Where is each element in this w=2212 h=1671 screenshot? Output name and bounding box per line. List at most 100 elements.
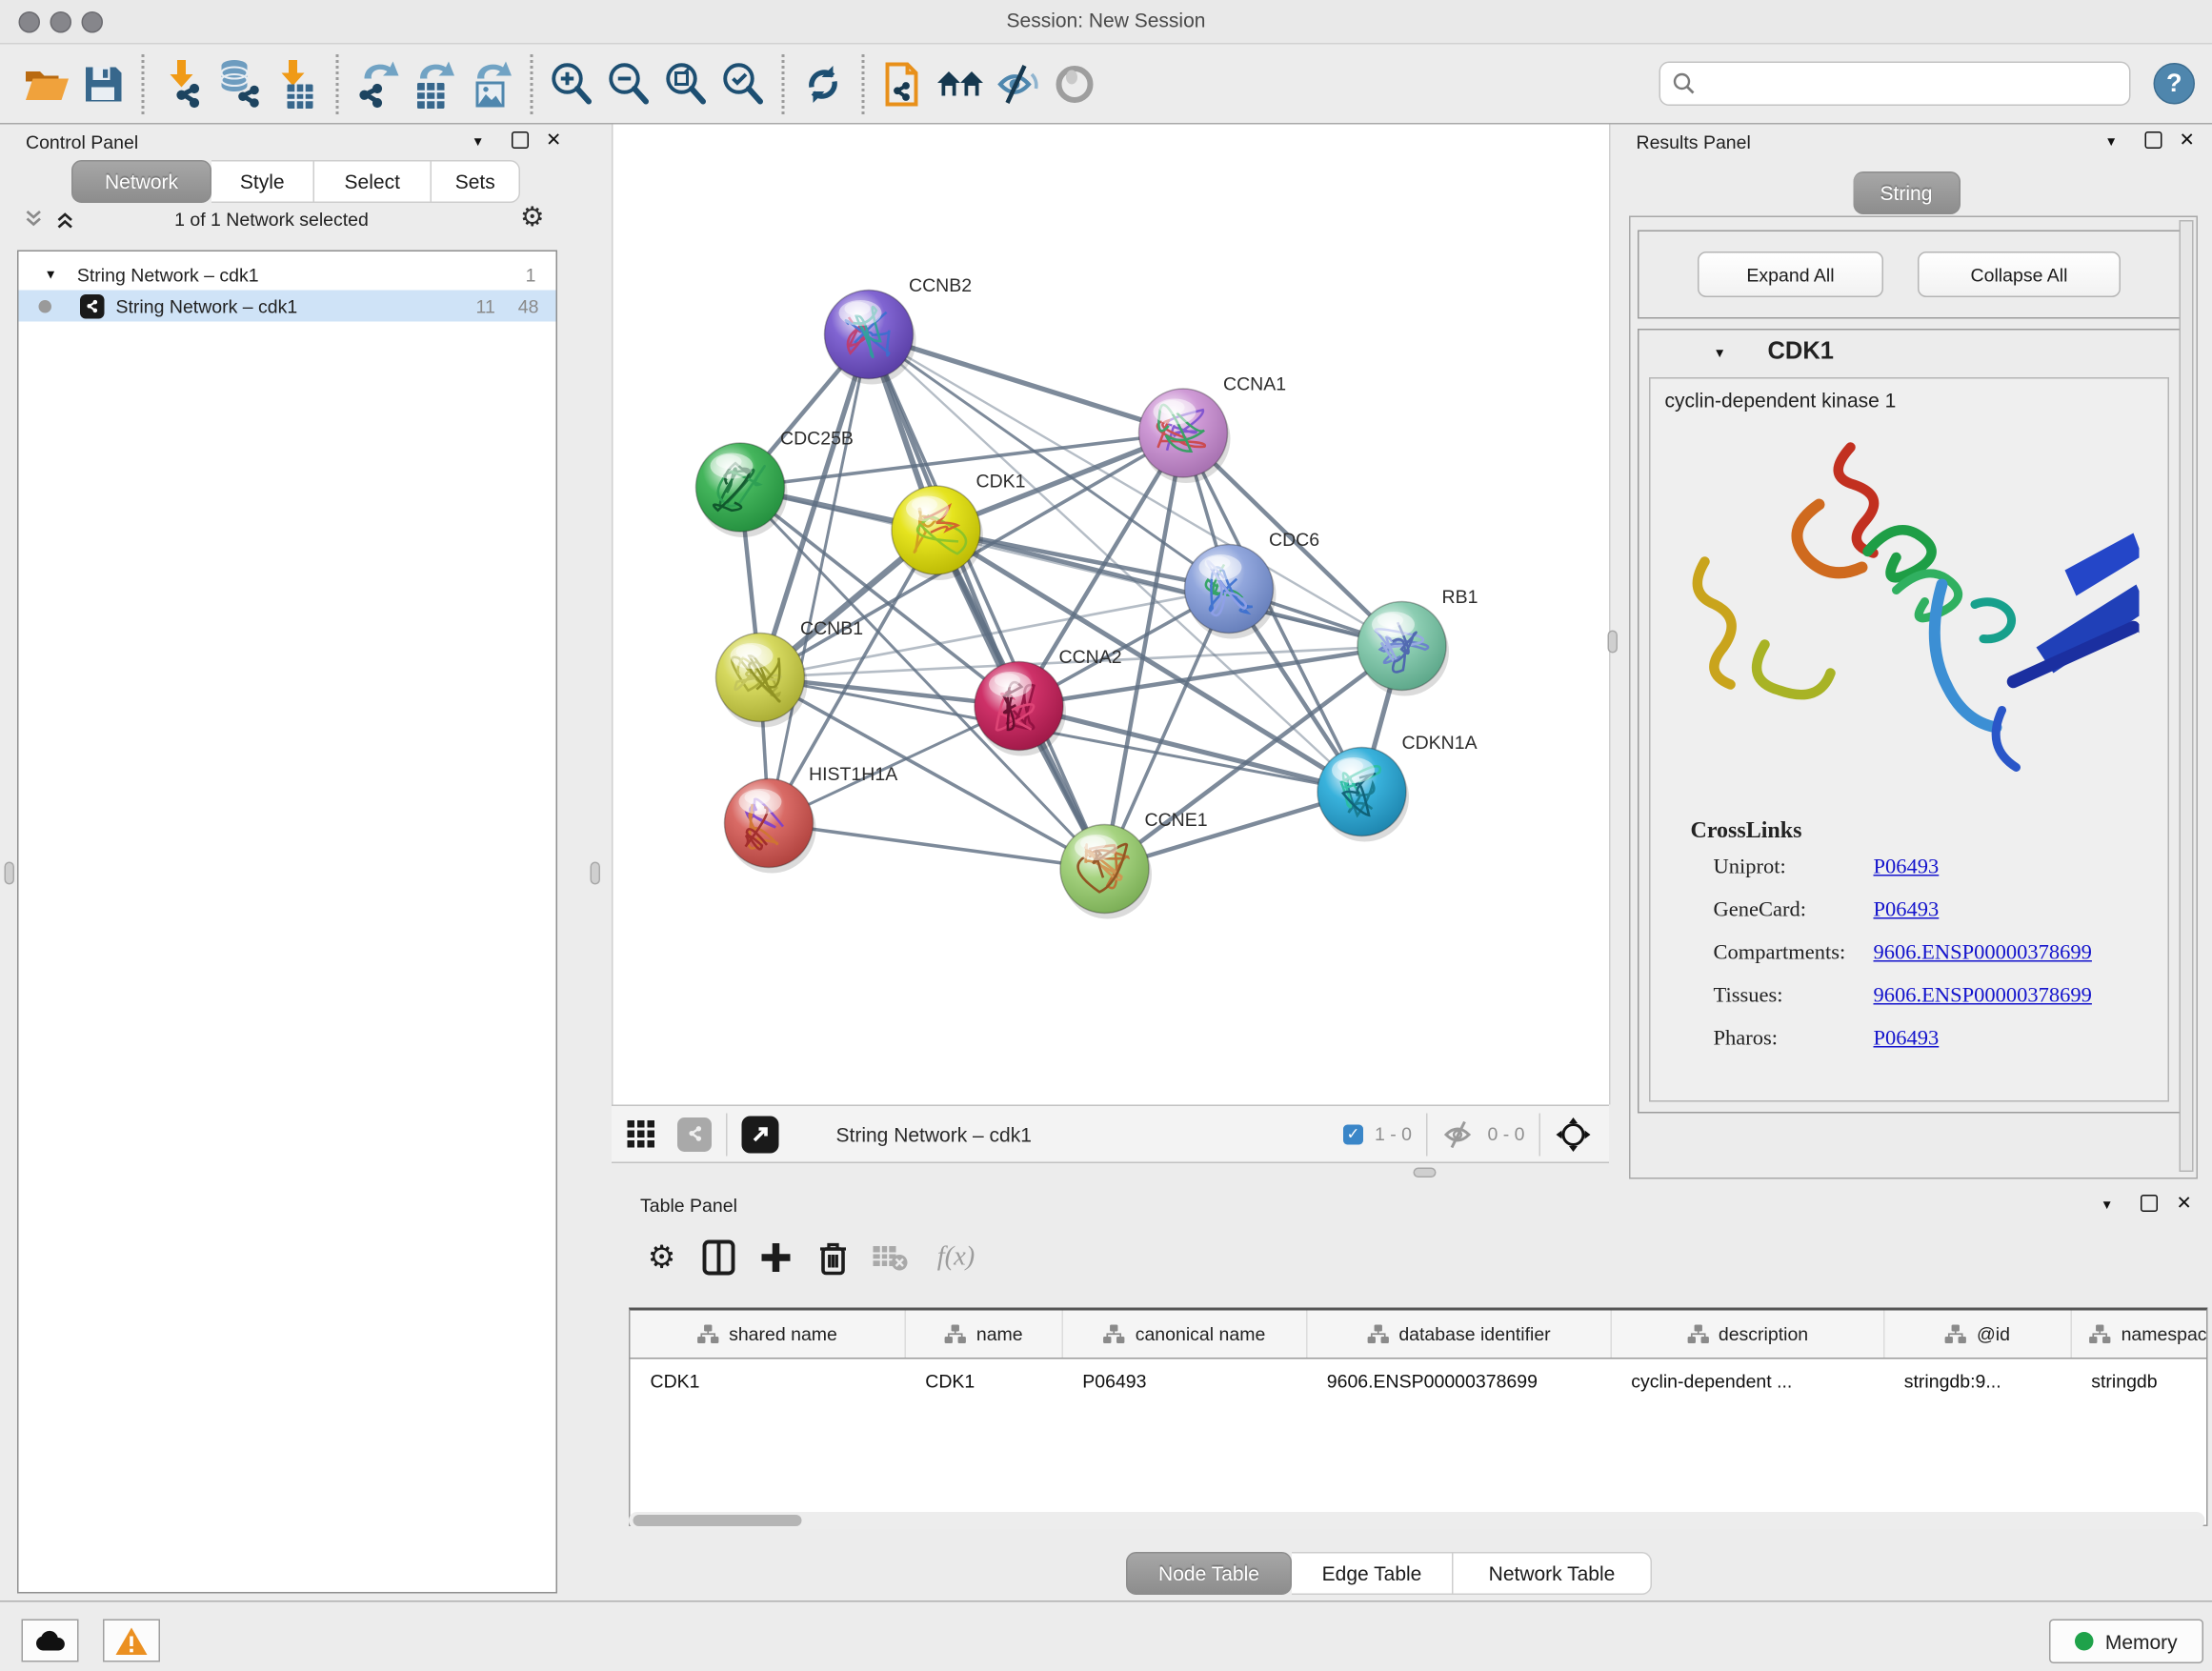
- network-from-document-button[interactable]: [875, 52, 932, 115]
- tab-network-table[interactable]: Network Table: [1454, 1552, 1653, 1595]
- float-panel-icon[interactable]: [2141, 1195, 2158, 1212]
- table-cell[interactable]: stringdb: [2071, 1359, 2207, 1403]
- column-header-description[interactable]: description: [1611, 1311, 1884, 1359]
- show-graphics-details-button[interactable]: [1046, 52, 1103, 115]
- warnings-button[interactable]: [103, 1620, 160, 1662]
- scrollbar-thumb[interactable]: [633, 1515, 802, 1526]
- tab-style[interactable]: Style: [211, 160, 314, 203]
- close-panel-icon[interactable]: ✕: [2180, 131, 2195, 150]
- table-cell[interactable]: P06493: [1062, 1359, 1307, 1403]
- tab-node-table[interactable]: Node Table: [1126, 1552, 1292, 1595]
- memory-status-dot-icon: [2075, 1632, 2094, 1651]
- collapse-panel-icon[interactable]: ▼: [472, 136, 484, 150]
- crosslink-compartments-link[interactable]: 9606.ENSP00000378699: [1874, 942, 2092, 965]
- tab-string[interactable]: String: [1854, 171, 1961, 214]
- table-cell[interactable]: CDK1: [905, 1359, 1062, 1403]
- close-panel-icon[interactable]: ✕: [2177, 1194, 2192, 1213]
- network-options-gear-icon[interactable]: ⚙: [520, 202, 545, 233]
- node-CCNB2[interactable]: CCNB2: [825, 275, 973, 385]
- tab-select[interactable]: Select: [314, 160, 432, 203]
- column-header-canonical-name[interactable]: canonical name: [1062, 1311, 1307, 1359]
- import-table-file-button[interactable]: [269, 52, 326, 115]
- node-table[interactable]: shared namenamecanonical namedatabase id…: [631, 1311, 2208, 1487]
- zoom-in-icon: [549, 59, 594, 108]
- node-CDK1[interactable]: CDK1: [892, 472, 1026, 580]
- network-view-title: String Network – cdk1: [836, 1122, 1032, 1145]
- pane-drag-handle[interactable]: [1414, 1168, 1437, 1178]
- help-button[interactable]: ?: [2154, 63, 2196, 105]
- node-label-CDKN1A: CDKN1A: [1402, 733, 1478, 754]
- tree-expand-icon[interactable]: ▼: [45, 268, 57, 281]
- float-panel-icon[interactable]: [512, 131, 529, 149]
- zoom-out-button[interactable]: [600, 52, 657, 115]
- node-RB1[interactable]: RB1: [1357, 587, 1478, 696]
- string-results-pane: Expand All Collapse All ▼ CDK1 cyclin-de…: [1629, 216, 2198, 1179]
- table-cell[interactable]: stringdb:9...: [1884, 1359, 2072, 1403]
- table-header-row[interactable]: shared namenamecanonical namedatabase id…: [631, 1311, 2208, 1359]
- column-header-database-identifier[interactable]: database identifier: [1307, 1311, 1612, 1359]
- close-panel-icon[interactable]: ✕: [546, 131, 561, 150]
- network-collection-row[interactable]: ▼ String Network – cdk1 1: [19, 259, 556, 291]
- home-networks-button[interactable]: [932, 52, 989, 115]
- zoom-fit-button[interactable]: [657, 52, 714, 115]
- refresh-button[interactable]: [794, 52, 852, 115]
- delete-table-icon[interactable]: [862, 1229, 919, 1286]
- pane-drag-handle[interactable]: [5, 862, 15, 885]
- table-options-gear-icon[interactable]: ⚙: [633, 1229, 691, 1286]
- float-panel-icon[interactable]: [2145, 131, 2162, 149]
- export-image-button[interactable]: [463, 52, 520, 115]
- table-cell[interactable]: 9606.ENSP00000378699: [1307, 1359, 1612, 1403]
- column-header-shared-name[interactable]: shared name: [631, 1311, 906, 1359]
- selected-checkbox-icon[interactable]: ✓: [1343, 1124, 1363, 1144]
- column-header--id[interactable]: @id: [1884, 1311, 2072, 1359]
- collapse-panel-icon[interactable]: ▼: [2101, 1199, 2113, 1213]
- crosslink-tissues-link[interactable]: 9606.ENSP00000378699: [1874, 985, 2092, 1008]
- cloud-status-button[interactable]: [22, 1620, 79, 1662]
- column-header-name[interactable]: name: [905, 1311, 1062, 1359]
- column-header-namespace[interactable]: namespace: [2071, 1311, 2207, 1359]
- tab-network[interactable]: Network: [71, 160, 211, 203]
- node-HIST1H1A[interactable]: HIST1H1A: [725, 764, 898, 874]
- hide-unhide-button[interactable]: [989, 52, 1046, 115]
- function-builder-icon[interactable]: f(x): [919, 1229, 994, 1286]
- memory-button[interactable]: Memory: [2049, 1620, 2203, 1664]
- node-label-CDC6: CDC6: [1269, 530, 1319, 551]
- import-network-database-button[interactable]: [211, 52, 269, 115]
- table-cell[interactable]: CDK1: [631, 1359, 906, 1403]
- search-input[interactable]: [1705, 71, 2119, 96]
- save-session-button[interactable]: [74, 52, 131, 115]
- show-columns-icon[interactable]: [691, 1229, 748, 1286]
- table-cell[interactable]: cyclin-dependent ...: [1611, 1359, 1884, 1403]
- results-scrollbar[interactable]: [2180, 220, 2194, 1172]
- string-network-graph[interactable]: CCNB2CCNA1CDC25BCDK1CDC6RB1CCNB1CCNA2CDK…: [613, 125, 1610, 1105]
- zoom-in-button[interactable]: [543, 52, 600, 115]
- collapse-all-button[interactable]: Collapse All: [1918, 252, 2121, 297]
- table-horizontal-scrollbar[interactable]: [629, 1512, 2205, 1529]
- grid-view-icon[interactable]: [626, 1118, 657, 1150]
- pane-drag-handle[interactable]: [1608, 631, 1619, 654]
- network-canvas[interactable]: CCNB2CCNA1CDC25BCDK1CDC6RB1CCNB1CCNA2CDK…: [612, 125, 1611, 1105]
- delete-column-trash-icon[interactable]: [805, 1229, 862, 1286]
- network-row-selected[interactable]: String Network – cdk1 11 48: [19, 291, 556, 322]
- section-collapse-icon[interactable]: ▼: [1714, 348, 1726, 361]
- add-column-icon[interactable]: [748, 1229, 805, 1286]
- export-table-button[interactable]: [406, 52, 463, 115]
- zoom-selected-button[interactable]: [714, 52, 772, 115]
- search-field[interactable]: [1659, 62, 2131, 107]
- tab-edge-table[interactable]: Edge Table: [1292, 1552, 1454, 1595]
- crosslink-uniprot-link[interactable]: P06493: [1874, 856, 1940, 879]
- fit-selected-crosshair-icon[interactable]: [1555, 1116, 1592, 1153]
- crosslink-pharos-link[interactable]: P06493: [1874, 1028, 1940, 1051]
- network-share-view-icon[interactable]: [677, 1117, 712, 1151]
- collapse-panel-icon[interactable]: ▼: [2105, 136, 2118, 150]
- export-network-button[interactable]: [349, 52, 406, 115]
- table-row[interactable]: CDK1CDK1P064939606.ENSP00000378699cyclin…: [631, 1359, 2208, 1403]
- tab-sets[interactable]: Sets: [432, 160, 520, 203]
- expand-all-button[interactable]: Expand All: [1698, 252, 1883, 297]
- open-session-button[interactable]: [17, 52, 74, 115]
- import-network-file-button[interactable]: [154, 52, 211, 115]
- detach-view-icon[interactable]: [742, 1116, 779, 1153]
- pane-drag-handle[interactable]: [591, 862, 601, 885]
- crosslink-genecard-link[interactable]: P06493: [1874, 899, 1940, 922]
- node-CCNA1[interactable]: CCNA1: [1139, 374, 1287, 483]
